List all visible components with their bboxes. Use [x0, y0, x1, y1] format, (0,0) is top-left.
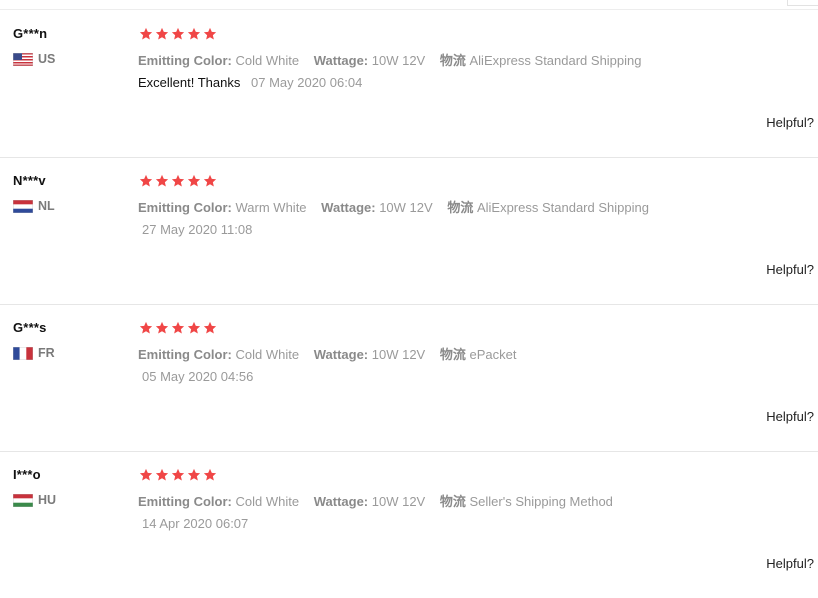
attr-wattage-value: 10W 12V: [379, 200, 433, 215]
attr-wattage-value: 10W 12V: [371, 347, 426, 362]
feedback-date: 27 May 2020 11:08: [142, 222, 253, 237]
attr-wattage-label: Wattage:: [321, 200, 376, 215]
star-icon: [139, 27, 153, 40]
product-attributes: Emitting Color: Warm White Wattage: 10W …: [138, 197, 660, 216]
attr-color-label: Emitting Color:: [138, 347, 232, 362]
attr-shipping-label: 物流: [439, 494, 466, 509]
attr-shipping: 物流 AliExpress Standard Shipping: [440, 53, 642, 68]
attr-wattage: Wattage: 10W 12V: [314, 494, 429, 509]
product-attributes: Emitting Color: Cold White Wattage: 10W …: [138, 344, 527, 363]
star-icon: [187, 468, 201, 481]
attr-color-label: Emitting Color:: [138, 494, 232, 509]
us-flag-icon: [12, 52, 34, 66]
review-item: G***n US Emitting Color: Cold White Watt…: [0, 10, 818, 158]
attr-wattage: Wattage: 10W 12V: [321, 200, 436, 215]
attr-color: Emitting Color: Cold White: [138, 53, 303, 68]
star-icon: [187, 27, 201, 40]
feedback-date: 07 May 2020 06:04: [251, 75, 363, 90]
star-icon: [187, 174, 201, 187]
attr-shipping-label: 物流: [447, 200, 474, 215]
country-code: FR: [38, 346, 55, 360]
star-icon: [155, 174, 169, 187]
reviewer-name: G***n: [13, 26, 48, 41]
star-icon: [203, 27, 217, 40]
attr-shipping: 物流 ePacket: [440, 347, 517, 362]
country-code: US: [38, 52, 56, 66]
review-item: N***v NL Emitting Color: Warm White Watt…: [0, 157, 818, 305]
feedback-line: Excellent! Thanks 07 May 2020 06:04: [138, 75, 362, 90]
star-icon: [139, 174, 153, 187]
nl-flag-icon: [12, 199, 34, 213]
attr-wattage-label: Wattage:: [313, 53, 369, 68]
reviewer-country: HU: [12, 493, 57, 507]
attr-shipping-value: AliExpress Standard Shipping: [469, 53, 642, 68]
product-attributes: Emitting Color: Cold White Wattage: 10W …: [138, 50, 653, 69]
attr-wattage-label: Wattage:: [313, 494, 369, 509]
attr-color-value: Warm White: [235, 200, 307, 215]
attr-shipping-label: 物流: [439, 53, 466, 68]
star-icon: [139, 321, 153, 334]
star-icon: [203, 174, 217, 187]
product-attributes: Emitting Color: Cold White Wattage: 10W …: [138, 491, 624, 510]
star-icon: [171, 321, 185, 334]
review-item: I***o HU Emitting Color: Cold White Watt…: [0, 451, 818, 598]
rating-stars: [139, 468, 217, 482]
star-icon: [155, 27, 169, 40]
helpful-button[interactable]: Helpful?: [766, 115, 814, 130]
star-icon: [203, 321, 217, 334]
feedback-line: 14 Apr 2020 06:07: [138, 516, 248, 531]
country-code: NL: [38, 199, 55, 213]
reviewer-country: US: [12, 52, 56, 66]
feedback-line: 05 May 2020 04:56: [138, 369, 253, 384]
attr-color-value: Cold White: [235, 494, 300, 509]
star-icon: [187, 321, 201, 334]
hu-flag-icon: [12, 493, 34, 507]
reviewer-name: G***s: [13, 320, 47, 335]
star-icon: [171, 468, 185, 481]
star-icon: [203, 468, 217, 481]
review-item: G***s FR Emitting Color: Cold White Watt…: [0, 304, 818, 452]
feedback-line: 27 May 2020 11:08: [138, 222, 252, 237]
feedback-date: 14 Apr 2020 06:07: [142, 516, 249, 531]
attr-shipping-value: AliExpress Standard Shipping: [476, 200, 649, 215]
attr-wattage-label: Wattage:: [313, 347, 369, 362]
attr-wattage-value: 10W 12V: [371, 53, 426, 68]
attr-color: Emitting Color: Cold White: [138, 347, 303, 362]
rating-stars: [139, 174, 217, 188]
attr-color-value: Cold White: [235, 53, 300, 68]
feedback-date: 05 May 2020 04:56: [142, 369, 254, 384]
star-icon: [139, 468, 153, 481]
reviewer-name: N***v: [13, 173, 46, 188]
feedback-text: Excellent! Thanks: [138, 75, 241, 90]
rating-stars: [139, 321, 217, 335]
attr-shipping-label: 物流: [439, 347, 466, 362]
attr-color-value: Cold White: [235, 347, 300, 362]
attr-color: Emitting Color: Cold White: [138, 494, 303, 509]
reviewer-country: NL: [12, 199, 55, 213]
reviewer-country: FR: [12, 346, 55, 360]
attr-color: Emitting Color: Warm White: [138, 200, 310, 215]
reviewer-name: I***o: [13, 467, 41, 482]
helpful-button[interactable]: Helpful?: [766, 262, 814, 277]
fr-flag-icon: [12, 346, 34, 360]
attr-shipping: 物流 AliExpress Standard Shipping: [447, 200, 649, 215]
rating-stars: [139, 27, 217, 41]
helpful-button[interactable]: Helpful?: [766, 556, 814, 571]
attr-wattage-value: 10W 12V: [371, 494, 426, 509]
star-icon: [155, 468, 169, 481]
helpful-button[interactable]: Helpful?: [766, 409, 814, 424]
attr-shipping: 物流 Seller's Shipping Method: [440, 494, 613, 509]
attr-color-label: Emitting Color:: [138, 200, 232, 215]
country-code: HU: [38, 493, 57, 507]
star-icon: [171, 174, 185, 187]
attr-wattage: Wattage: 10W 12V: [314, 347, 429, 362]
attr-wattage: Wattage: 10W 12V: [314, 53, 429, 68]
attr-color-label: Emitting Color:: [138, 53, 232, 68]
corner-box: [787, 0, 818, 6]
attr-shipping-value: Seller's Shipping Method: [469, 494, 613, 509]
attr-shipping-value: ePacket: [469, 347, 517, 362]
star-icon: [155, 321, 169, 334]
star-icon: [171, 27, 185, 40]
